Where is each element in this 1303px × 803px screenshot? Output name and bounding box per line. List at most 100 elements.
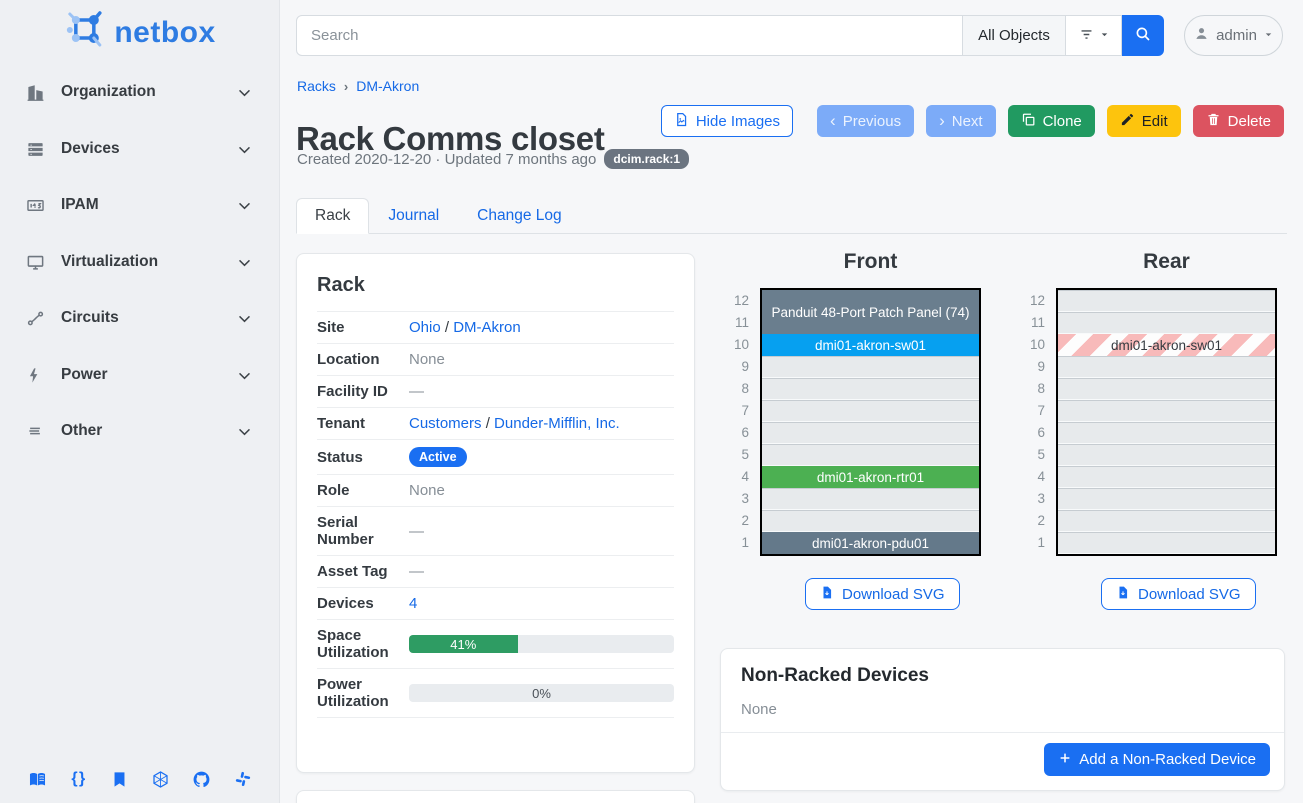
chevron-down-icon bbox=[236, 140, 254, 158]
sidebar-item-label: Power bbox=[61, 366, 236, 384]
download-svg-rear-button[interactable]: Download SVG bbox=[1101, 578, 1256, 610]
rack-device[interactable]: dmi01-akron-pdu01 bbox=[762, 532, 979, 554]
non-racked-empty-text: None bbox=[741, 701, 1264, 718]
breadcrumb-racks[interactable]: Racks bbox=[297, 78, 336, 94]
sidebar-item-label: IPAM bbox=[61, 196, 236, 214]
tenant-group-link[interactable]: Customers bbox=[409, 415, 482, 432]
slack-icon[interactable] bbox=[233, 769, 253, 789]
rack-unit-slot[interactable] bbox=[762, 400, 979, 422]
location-label: Location bbox=[317, 344, 407, 376]
unit-number: 12 bbox=[721, 290, 749, 312]
rack-unit-slot[interactable] bbox=[1058, 422, 1275, 444]
code-braces-icon[interactable]: { } bbox=[68, 769, 88, 789]
non-racked-devices-panel: Non-Racked Devices None Add a Non-Racked… bbox=[720, 648, 1285, 791]
hide-images-label: Hide Images bbox=[696, 113, 780, 130]
rack-device[interactable]: Panduit 48-Port Patch Panel (74) bbox=[762, 290, 979, 334]
user-icon bbox=[1193, 25, 1210, 46]
rack-unit-slot[interactable] bbox=[762, 510, 979, 532]
rack-unit-slot[interactable] bbox=[762, 444, 979, 466]
rack-unit-slot[interactable] bbox=[1058, 312, 1275, 334]
hide-images-button[interactable]: Hide Images bbox=[661, 105, 793, 137]
monitor-icon bbox=[26, 252, 46, 272]
sidebar-item-ipam[interactable]: IPAM bbox=[14, 185, 266, 225]
next-panel-stub bbox=[296, 790, 695, 803]
server-icon bbox=[26, 139, 46, 159]
sidebar-item-circuits[interactable]: Circuits bbox=[14, 298, 266, 338]
rack-unit-slot[interactable] bbox=[1058, 488, 1275, 510]
previous-button[interactable]: ‹ Previous bbox=[817, 105, 914, 137]
sidebar-item-other[interactable]: Other bbox=[14, 411, 266, 451]
sidebar-item-devices[interactable]: Devices bbox=[14, 129, 266, 169]
rack-unit-slot[interactable] bbox=[1058, 378, 1275, 400]
clone-label: Clone bbox=[1043, 113, 1082, 130]
search-filter-button[interactable] bbox=[1066, 15, 1122, 56]
add-non-racked-device-button[interactable]: Add a Non-Racked Device bbox=[1044, 743, 1270, 776]
devices-count-link[interactable]: 4 bbox=[409, 595, 417, 612]
object-type-badge: dcim.rack:1 bbox=[604, 149, 689, 169]
tab-journal[interactable]: Journal bbox=[369, 198, 458, 234]
unit-number: 9 bbox=[721, 356, 749, 378]
rack-device[interactable]: dmi01-akron-rtr01 bbox=[762, 466, 979, 488]
rack-device[interactable]: dmi01-akron-sw01 bbox=[1058, 334, 1275, 356]
chevron-down-icon bbox=[236, 309, 254, 327]
rack-unit-slot[interactable] bbox=[762, 422, 979, 444]
netbox-logo[interactable]: netbox bbox=[63, 8, 215, 57]
sidebar-item-label: Virtualization bbox=[61, 253, 236, 271]
github-icon[interactable] bbox=[192, 769, 212, 789]
tenant-link[interactable]: Dunder-Mifflin, Inc. bbox=[494, 415, 620, 432]
unit-number: 3 bbox=[1017, 488, 1045, 510]
download-svg-front-button[interactable]: Download SVG bbox=[805, 578, 960, 610]
unit-number: 2 bbox=[721, 510, 749, 532]
sidebar-item-organization[interactable]: Organization bbox=[14, 72, 266, 112]
rack-unit-slot[interactable] bbox=[1058, 466, 1275, 488]
rack-unit-slot[interactable] bbox=[762, 356, 979, 378]
sidebar-item-label: Organization bbox=[61, 83, 236, 101]
user-menu[interactable]: admin bbox=[1184, 15, 1283, 56]
rack-unit-slot[interactable] bbox=[1058, 290, 1275, 312]
chevron-left-icon: ‹ bbox=[830, 112, 836, 129]
panel-title: Non-Racked Devices bbox=[741, 665, 1264, 687]
search-input[interactable] bbox=[296, 15, 963, 56]
table-row: Facility ID — bbox=[317, 376, 674, 408]
space-utilization-value: 41% bbox=[450, 637, 476, 652]
tab-change-log[interactable]: Change Log bbox=[458, 198, 580, 234]
docs-icon[interactable] bbox=[27, 769, 47, 789]
next-button[interactable]: › Next bbox=[926, 105, 996, 137]
site-region-link[interactable]: Ohio bbox=[409, 319, 441, 336]
journal-icon[interactable] bbox=[109, 769, 129, 789]
unit-number: 7 bbox=[721, 400, 749, 422]
rack-unit-slot[interactable] bbox=[1058, 444, 1275, 466]
table-row: Space Utilization 41% bbox=[317, 620, 674, 669]
plus-icon bbox=[1058, 751, 1072, 769]
delete-button[interactable]: Delete bbox=[1193, 105, 1284, 137]
next-label: Next bbox=[952, 113, 983, 130]
search-submit-button[interactable] bbox=[1122, 15, 1164, 56]
role-value: None bbox=[409, 482, 445, 499]
rack-unit-slot[interactable] bbox=[1058, 532, 1275, 554]
power-utilization-bar: 0% bbox=[409, 684, 674, 702]
power-utilization-value: 0% bbox=[409, 684, 674, 702]
front-unit-numbers: 121110987654321 bbox=[721, 290, 749, 554]
rack-unit-slot[interactable] bbox=[1058, 356, 1275, 378]
tab-rack[interactable]: Rack bbox=[296, 198, 369, 234]
rack-unit-slot[interactable] bbox=[1058, 400, 1275, 422]
rack-device[interactable]: dmi01-akron-sw01 bbox=[762, 334, 979, 356]
rack-unit-slot[interactable] bbox=[762, 488, 979, 510]
path-separator: / bbox=[486, 415, 490, 432]
sidebar-item-power[interactable]: Power bbox=[14, 355, 266, 395]
sidebar-item-virtualization[interactable]: Virtualization bbox=[14, 242, 266, 282]
chevron-down-icon bbox=[236, 83, 254, 101]
table-row: Serial Number — bbox=[317, 507, 674, 556]
site-link[interactable]: DM-Akron bbox=[453, 319, 521, 336]
rack-unit-slot[interactable] bbox=[762, 378, 979, 400]
search-scope-dropdown[interactable]: All Objects bbox=[963, 15, 1066, 56]
chevron-down-icon bbox=[236, 196, 254, 214]
unit-number: 7 bbox=[1017, 400, 1045, 422]
rack-unit-slot[interactable] bbox=[1058, 510, 1275, 532]
graphql-icon[interactable] bbox=[151, 769, 171, 789]
breadcrumb-dm-akron[interactable]: DM-Akron bbox=[356, 78, 419, 94]
edit-button[interactable]: Edit bbox=[1107, 105, 1181, 137]
unit-number: 2 bbox=[1017, 510, 1045, 532]
file-download-icon bbox=[820, 585, 834, 604]
clone-button[interactable]: Clone bbox=[1008, 105, 1095, 137]
